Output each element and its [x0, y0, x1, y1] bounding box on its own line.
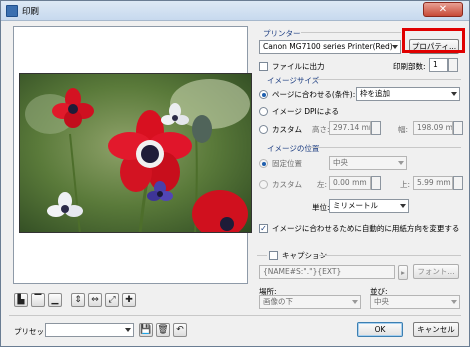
close-button[interactable]: ✕: [423, 2, 463, 17]
placement-select[interactable]: 画像の下: [259, 295, 361, 309]
image-size-line: [313, 79, 461, 80]
copies-value: 1: [433, 60, 438, 69]
unit-label: 単位:: [312, 203, 330, 212]
width-label: 幅:: [398, 125, 409, 134]
caption-input[interactable]: {NAME#S:"."}{EXT}: [259, 265, 395, 279]
position-custom-radio[interactable]: [259, 180, 268, 189]
title-bar: 印刷 ✕: [1, 1, 469, 21]
copies-label: 印刷部数:: [393, 62, 426, 71]
top-label: 上:: [400, 180, 411, 189]
caption-checkbox[interactable]: [269, 251, 278, 260]
auto-rotate-checkbox[interactable]: ✓: [259, 224, 268, 233]
image-position-title: イメージの位置: [267, 144, 320, 153]
width-value: 198.09 mm: [417, 123, 453, 132]
printer-section-line: [301, 32, 401, 33]
copies-spinner[interactable]: [448, 58, 458, 72]
fit-page-value: 枠を追加: [360, 89, 390, 98]
image-dpi-radio[interactable]: [259, 107, 268, 116]
width-input[interactable]: 198.09 mm: [413, 121, 453, 135]
caption-line-right: [319, 255, 461, 256]
size-custom-label: カスタム: [272, 125, 302, 134]
width-spinner[interactable]: [453, 121, 463, 135]
save-preset-icon[interactable]: 💾: [139, 323, 153, 337]
ok-button[interactable]: OK: [357, 322, 403, 337]
delete-preset-icon[interactable]: 🗑: [156, 323, 170, 337]
undo-icon[interactable]: ↶: [173, 323, 187, 337]
fixed-position-label: 固定位置: [272, 159, 302, 168]
fit-page-label: ページに合わせる(条件):: [272, 90, 356, 99]
app-icon: [6, 5, 18, 17]
print-to-file-checkbox[interactable]: [259, 62, 268, 71]
unit-select[interactable]: ミリメートル: [329, 199, 409, 213]
height-label: 高さ:: [312, 125, 330, 134]
image-dpi-label: イメージ DPIによる: [272, 107, 340, 116]
top-value: 5.99 mm: [417, 178, 451, 187]
fixed-position-value: 中央: [333, 158, 348, 167]
caption-line-left: [257, 255, 267, 256]
window-title: 印刷: [22, 7, 40, 17]
printer-select[interactable]: Canon MG7100 series Printer(Red): [259, 40, 401, 54]
align-bottom-left-icon[interactable]: ▙: [14, 293, 28, 307]
size-custom-radio[interactable]: [259, 125, 268, 134]
highlight-box: [402, 28, 465, 53]
fit-both-icon[interactable]: ⤢: [105, 293, 119, 307]
font-button[interactable]: フォント...: [413, 264, 459, 279]
placement-value: 画像の下: [263, 297, 293, 306]
left-label: 左:: [317, 180, 328, 189]
fixed-position-radio[interactable]: [259, 159, 268, 168]
fit-height-icon[interactable]: ⇕: [71, 293, 85, 307]
image-size-title: イメージサイズ: [267, 76, 320, 85]
align-value: 中央: [374, 297, 389, 306]
print-dialog: 印刷 ✕ ▙ ▔ ▁ ⇕ ⇔ ⤢ ✚ プリセット: 💾 🗑 ↶ プリンター Ca…: [0, 0, 470, 347]
bottom-divider: [9, 315, 461, 316]
align-center-icon[interactable]: ✚: [122, 293, 136, 307]
top-input[interactable]: 5.99 mm: [413, 176, 453, 190]
caption-insert-button[interactable]: ▸: [398, 265, 408, 280]
height-input[interactable]: 297.14 mm: [329, 121, 371, 135]
left-input[interactable]: 0.00 mm: [329, 176, 371, 190]
preview-photo: [19, 73, 252, 233]
fixed-position-select[interactable]: 中央: [329, 156, 407, 170]
height-spinner[interactable]: [371, 121, 381, 135]
image-position-line: [309, 147, 461, 148]
align-top-icon[interactable]: ▔: [31, 293, 45, 307]
print-to-file-label: ファイルに出力: [272, 62, 325, 71]
align-bottom-icon[interactable]: ▁: [48, 293, 62, 307]
preset-select[interactable]: [45, 323, 134, 337]
auto-rotate-label: イメージに合わせるために自動的に用紙方向を変更する: [272, 224, 460, 233]
fit-page-select[interactable]: 枠を追加: [356, 87, 460, 101]
cancel-button[interactable]: キャンセル: [413, 322, 459, 337]
printer-section-title: プリンター: [263, 29, 301, 38]
caption-value: {NAME#S:"."}{EXT}: [263, 267, 342, 276]
fit-width-icon[interactable]: ⇔: [88, 293, 102, 307]
left-value: 0.00 mm: [333, 178, 367, 187]
left-spinner[interactable]: [371, 176, 381, 190]
fit-page-radio[interactable]: [259, 90, 268, 99]
copies-input[interactable]: 1: [429, 58, 448, 72]
top-spinner[interactable]: [453, 176, 463, 190]
unit-value: ミリメートル: [333, 201, 378, 210]
position-custom-label: カスタム: [272, 180, 302, 189]
align-select[interactable]: 中央: [370, 295, 460, 309]
height-value: 297.14 mm: [333, 123, 370, 132]
printer-value: Canon MG7100 series Printer(Red): [263, 42, 393, 51]
